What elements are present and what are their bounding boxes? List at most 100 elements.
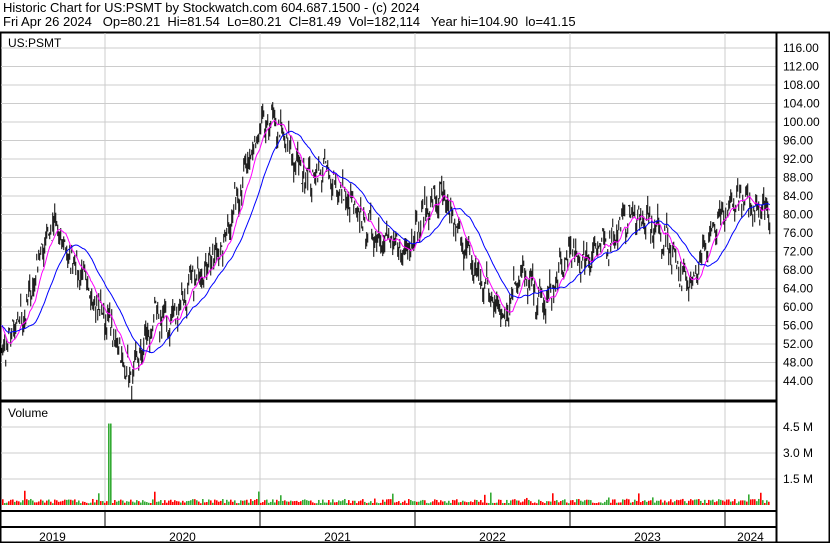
- volume-bar: [548, 501, 550, 505]
- volume-bar: [612, 499, 614, 505]
- volume-bar: [598, 502, 600, 505]
- volume-bar: [268, 502, 270, 505]
- volume-bar: [562, 500, 564, 505]
- volume-bar: [52, 503, 54, 505]
- volume-bar: [162, 503, 164, 505]
- volume-bar: [334, 502, 336, 505]
- volume-bar: [604, 501, 606, 505]
- volume-bar: [688, 500, 690, 505]
- price-tick-label: 68.00: [783, 263, 813, 277]
- volume-bar: [14, 501, 16, 505]
- price-tick-label: 52.00: [783, 337, 813, 351]
- volume-bar: [32, 500, 34, 505]
- volume-bar: [468, 502, 470, 505]
- volume-bar: [154, 491, 156, 505]
- volume-bar: [328, 500, 330, 505]
- volume-bar: [552, 493, 554, 505]
- volume-bar: [256, 499, 258, 505]
- volume-bar: [720, 499, 722, 505]
- volume-bar: [90, 502, 92, 505]
- volume-bar: [290, 500, 292, 505]
- volume-bar: [422, 499, 424, 505]
- volume-bar: [342, 500, 344, 505]
- volume-bar: [586, 499, 588, 505]
- volume-bar: [282, 500, 284, 505]
- volume-bar: [440, 500, 442, 505]
- volume-bar: [372, 503, 374, 505]
- volume-bar: [574, 502, 576, 505]
- volume-bar: [692, 500, 694, 505]
- volume-bar: [22, 500, 24, 505]
- moving-average-long: [1, 130, 771, 354]
- volume-bar: [388, 499, 390, 505]
- volume-bar: [94, 502, 96, 505]
- volume-bar: [132, 501, 134, 505]
- volume-bar: [698, 499, 700, 505]
- volume-bar: [636, 500, 638, 505]
- volume-bar: [266, 499, 268, 505]
- volume-bar: [416, 501, 418, 505]
- volume-bar: [324, 502, 326, 505]
- volume-bar: [592, 502, 594, 505]
- volume-bar: [742, 500, 744, 505]
- volume-bar: [172, 501, 174, 505]
- volume-bar: [112, 502, 114, 505]
- volume-bar: [492, 502, 494, 505]
- volume-bar: [64, 499, 66, 505]
- volume-bar: [738, 501, 740, 505]
- volume-bar: [754, 499, 756, 505]
- volume-bar: [724, 501, 726, 505]
- volume-bar: [618, 502, 620, 505]
- volume-bar: [418, 501, 420, 505]
- volume-bar: [690, 499, 692, 505]
- volume-bar: [578, 499, 580, 505]
- volume-bar: [652, 497, 654, 505]
- volume-bar: [472, 502, 474, 505]
- volume-bar: [304, 499, 306, 505]
- volume-bar: [370, 501, 372, 505]
- volume-bar: [178, 501, 180, 505]
- volume-bar: [568, 503, 570, 505]
- volume-bar: [518, 500, 520, 505]
- volume-bar: [296, 500, 298, 505]
- volume-bar: [70, 499, 72, 505]
- volume-bar: [582, 501, 584, 505]
- volume-bar: [630, 502, 632, 505]
- volume-bar: [352, 500, 354, 505]
- volume-bar: [760, 492, 762, 505]
- volume-bar: [496, 502, 498, 505]
- volume-bar: [684, 501, 686, 505]
- volume-bar: [428, 503, 430, 505]
- volume-bar: [186, 501, 188, 505]
- volume-bar: [262, 502, 264, 505]
- volume-bar: [292, 501, 294, 505]
- volume-bar: [570, 500, 572, 505]
- volume-bar: [20, 502, 22, 505]
- volume-bar: [476, 500, 478, 505]
- price-tick-label: 80.00: [783, 208, 813, 222]
- volume-bar: [6, 502, 8, 505]
- volume-bar: [474, 499, 476, 505]
- volume-bar: [278, 501, 280, 505]
- volume-bar: [638, 493, 640, 505]
- volume-bar: [170, 499, 172, 505]
- volume-bar: [350, 503, 352, 505]
- volume-bar: [100, 501, 102, 505]
- volume-bar: [228, 501, 230, 505]
- volume-bar: [74, 499, 76, 505]
- volume-bar: [666, 502, 668, 505]
- volume-bar: [736, 503, 738, 505]
- volume-bar: [302, 499, 304, 505]
- volume-bar: [216, 500, 218, 505]
- volume-bar: [588, 499, 590, 505]
- volume-bar: [134, 502, 136, 505]
- volume-bar: [204, 502, 206, 505]
- volume-bar: [648, 500, 650, 505]
- price-chart: 116.00 112.00 108.00 104.00 100.00 96.00 92.00…: [0, 31, 830, 543]
- volume-bar: [732, 501, 734, 505]
- year-label: 2022: [479, 530, 506, 543]
- price-tick-label: 88.00: [783, 171, 813, 185]
- volume-bar: [174, 500, 176, 505]
- volume-bar: [72, 500, 74, 505]
- volume-bar: [392, 493, 394, 505]
